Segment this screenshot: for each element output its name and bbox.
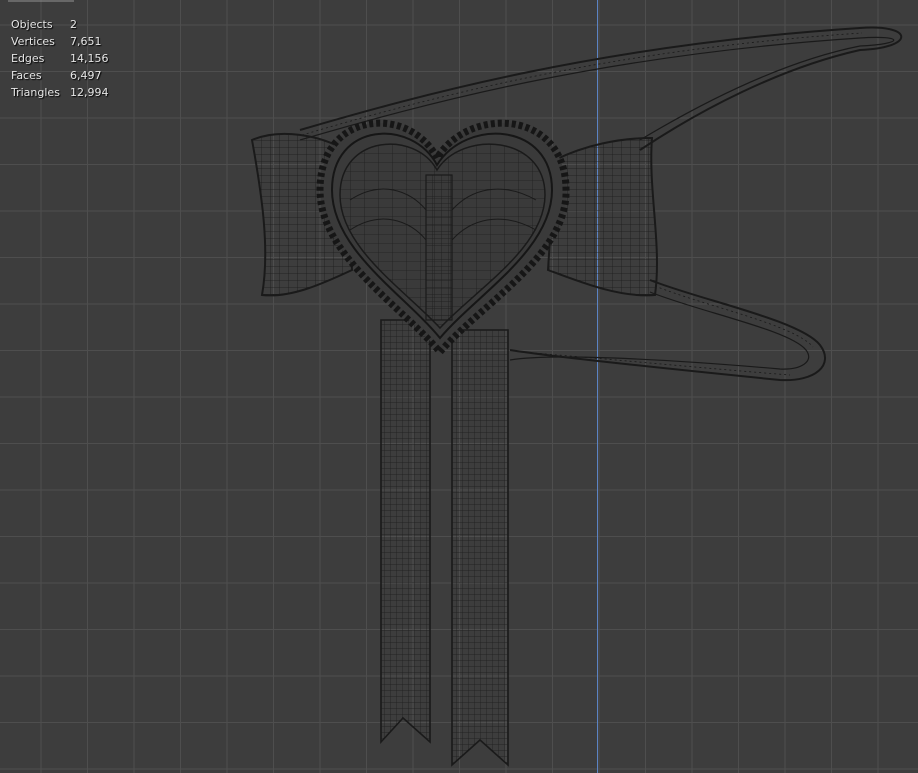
- stat-value: 7,651: [70, 35, 102, 48]
- stat-row-objects: Objects 2: [11, 16, 109, 33]
- ribbon-tail-right: [451, 329, 509, 767]
- statistics-overlay: Objects 2 Vertices 7,651 Edges 14,156 Fa…: [11, 16, 109, 101]
- stat-row-edges: Edges 14,156: [11, 50, 109, 67]
- stat-label: Faces: [11, 69, 42, 82]
- stat-row-faces: Faces 6,497: [11, 67, 109, 84]
- stat-label: Edges: [11, 52, 45, 65]
- ribbon-tail-left: [380, 319, 431, 745]
- stat-value: 2: [70, 18, 77, 31]
- stat-value: 12,994: [70, 86, 109, 99]
- heart-center: [339, 143, 546, 330]
- 3d-viewport[interactable]: Objects 2 Vertices 7,651 Edges 14,156 Fa…: [0, 0, 918, 773]
- stat-value: 14,156: [70, 52, 109, 65]
- stat-label: Objects: [11, 18, 53, 31]
- stat-label: Vertices: [11, 35, 55, 48]
- headband-lower: [509, 279, 826, 382]
- stat-row-vertices: Vertices 7,651: [11, 33, 109, 50]
- stat-label: Triangles: [11, 86, 60, 99]
- stat-value: 6,497: [70, 69, 102, 82]
- wireframe-model[interactable]: [0, 0, 918, 773]
- stat-row-triangles: Triangles 12,994: [11, 84, 109, 101]
